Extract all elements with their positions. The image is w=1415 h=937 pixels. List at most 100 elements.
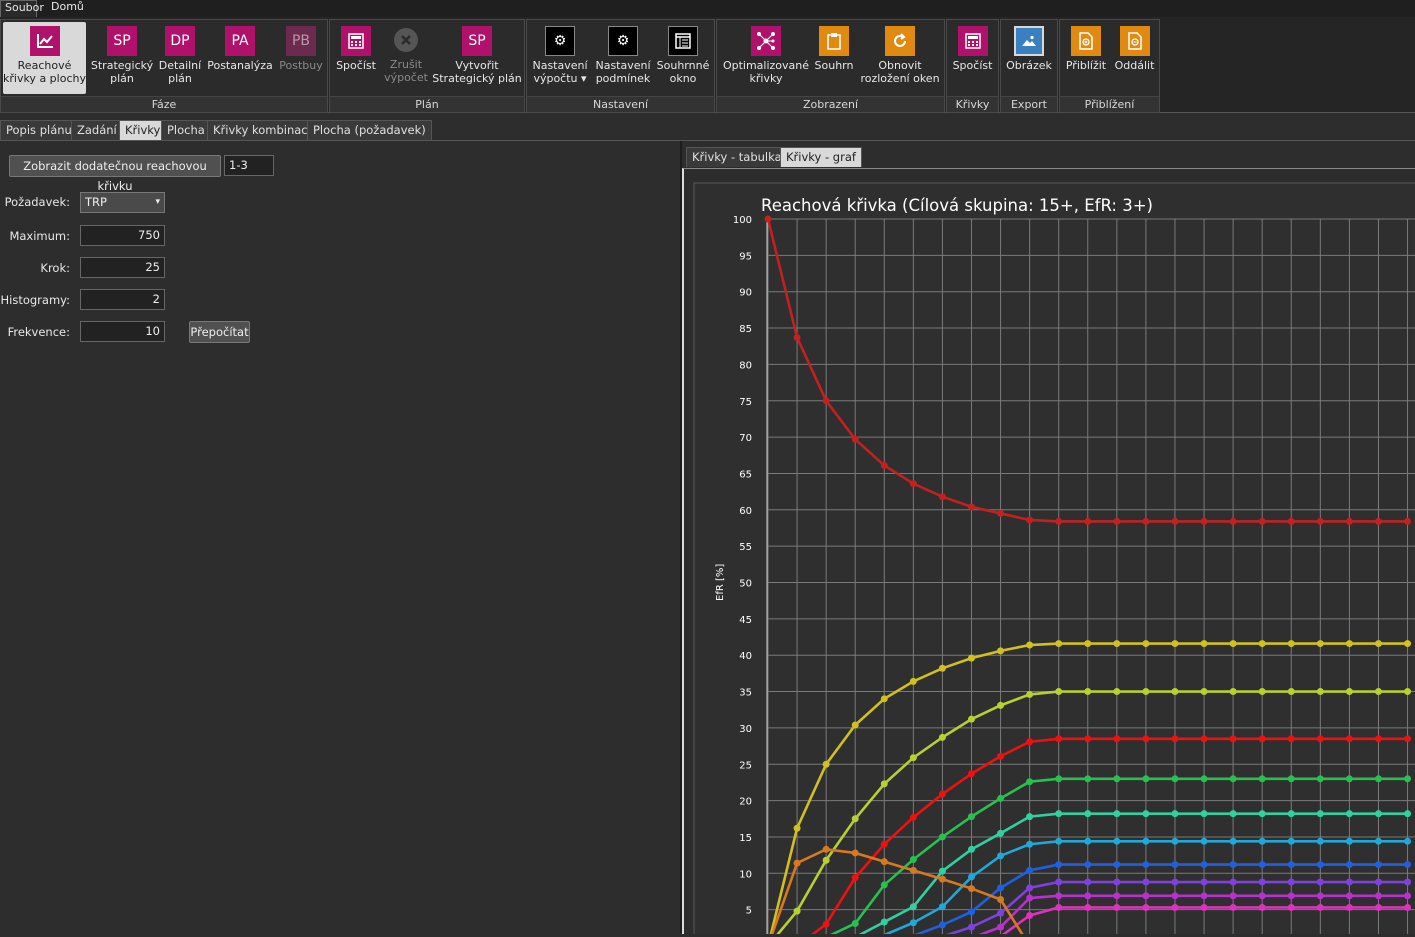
series-point xyxy=(1404,640,1412,648)
series-point xyxy=(1055,810,1063,818)
series-point xyxy=(851,815,859,823)
zrusit-vypocet-button[interactable]: Zrušit výpočet xyxy=(382,22,430,94)
gear-icon: ⚙ xyxy=(545,26,575,56)
series-point xyxy=(909,480,917,488)
menu-domu[interactable]: Domů xyxy=(45,0,97,16)
series-point xyxy=(1229,892,1237,900)
series-point xyxy=(967,770,975,778)
series-point xyxy=(967,715,975,723)
chevron-down-icon: ▾ xyxy=(155,197,160,207)
series-point xyxy=(1258,861,1266,869)
series-point xyxy=(1200,861,1208,869)
nastaveni-vypoctu-button[interactable]: ⚙ Nastavení výpočtu ▾ xyxy=(529,22,591,94)
menu-soubor[interactable]: Soubor xyxy=(0,0,44,18)
series-point xyxy=(967,845,975,853)
obnovit-rozlozeni-button[interactable]: Obnovit rozložení oken xyxy=(859,22,941,94)
series-point xyxy=(997,923,1005,931)
range-input[interactable]: 1-3 xyxy=(224,155,274,176)
series-point xyxy=(1171,810,1179,818)
tab-zadani[interactable]: Zadání xyxy=(71,120,123,140)
series-point xyxy=(997,895,1005,903)
series-point xyxy=(909,855,917,863)
series-point xyxy=(967,908,975,916)
postanalyza-button[interactable]: PA Postanalýza xyxy=(207,22,273,94)
tab-plocha[interactable]: Plocha xyxy=(161,120,211,140)
series-point xyxy=(1258,640,1266,648)
reachove-krivky-button[interactable]: Reachové křivky a plochy xyxy=(3,22,86,94)
series-point xyxy=(1229,640,1237,648)
series-point xyxy=(1316,861,1324,869)
tab-plocha-pozadavek[interactable]: Plocha (požadavek) xyxy=(307,120,432,140)
series-point xyxy=(909,919,917,927)
tab-krivky-tabulka[interactable]: Křivky - tabulka xyxy=(686,147,788,167)
series-point xyxy=(1404,837,1412,845)
series-point xyxy=(1171,735,1179,743)
vytvorit-strategicky-plan-button[interactable]: SP Vytvořit Strategický plán xyxy=(432,22,522,94)
souhrnne-okno-button[interactable]: Souhrnné okno xyxy=(655,22,711,94)
series-point xyxy=(1316,640,1324,648)
group-nastaveni: ⚙ Nastavení výpočtu ▾ ⚙ Nastavení podmín… xyxy=(526,19,715,113)
series-point xyxy=(1345,810,1353,818)
series-point xyxy=(1026,813,1034,821)
postbuy-button[interactable]: PB Postbuy xyxy=(276,22,326,94)
tab-krivky[interactable]: Křivky xyxy=(119,120,167,140)
tab-krivky-kombinaci[interactable]: Křivky kombinací xyxy=(207,120,317,140)
series-point xyxy=(851,721,859,729)
image-icon xyxy=(1014,26,1044,56)
obrazek-button[interactable]: Obrázek xyxy=(1003,22,1055,94)
optimalizovane-krivky-button[interactable]: Optimalizované křivky xyxy=(719,22,813,94)
frekvence-input[interactable]: 10 xyxy=(80,321,165,342)
series-point xyxy=(1374,878,1382,886)
series-point xyxy=(1171,837,1179,845)
series-point xyxy=(1316,688,1324,696)
histogramy-input[interactable]: 2 xyxy=(80,289,165,310)
tab-krivky-graf[interactable]: Křivky - graf xyxy=(780,147,862,167)
series-point xyxy=(1316,837,1324,845)
pozadavek-select[interactable]: TRP ▾ xyxy=(80,192,165,213)
series-point xyxy=(1142,903,1150,911)
prepocitat-button[interactable]: Přepočítat xyxy=(189,321,250,343)
series-point xyxy=(1287,688,1295,696)
group-priblizeni: Přiblížit Oddálit Přiblížení xyxy=(1059,19,1160,113)
oddalit-button[interactable]: Oddálit xyxy=(1112,22,1157,94)
series-point xyxy=(1055,688,1063,696)
nastaveni-podminek-button[interactable]: ⚙ Nastavení podmínek xyxy=(593,22,653,94)
y-tick-label: 100 xyxy=(733,215,752,226)
spocist-krivky-button[interactable]: Spočíst xyxy=(949,22,996,94)
series-point xyxy=(1142,892,1150,900)
group-faze: Reachové křivky a plochy SP Strategický … xyxy=(0,19,328,113)
series-point xyxy=(1229,837,1237,845)
chart-title: Reachová křivka (Cílová skupina: 15+, Ef… xyxy=(761,196,1153,215)
series-point xyxy=(1142,861,1150,869)
maximum-input[interactable]: 750 xyxy=(80,225,165,246)
tab-popis-planu[interactable]: Popis plánu xyxy=(0,120,78,140)
calculator-icon xyxy=(341,26,371,56)
y-tick-label: 50 xyxy=(739,579,752,590)
series-point xyxy=(1287,735,1295,743)
series-point xyxy=(909,813,917,821)
priblizit-button[interactable]: Přiblížit xyxy=(1062,22,1110,94)
y-tick-label: 95 xyxy=(739,251,752,262)
series-point xyxy=(938,921,946,929)
series-point xyxy=(1374,775,1382,783)
series-point xyxy=(967,873,975,881)
series-point xyxy=(1229,861,1237,869)
strategicky-plan-button[interactable]: SP Strategický plán xyxy=(90,22,154,94)
detailni-plan-button[interactable]: DP Detailní plán xyxy=(156,22,204,94)
series-point xyxy=(1258,735,1266,743)
series-point xyxy=(1316,892,1324,900)
series-point xyxy=(1084,735,1092,743)
series-point xyxy=(997,647,1005,655)
series-point xyxy=(1055,640,1063,648)
souhrn-button[interactable]: Souhrn xyxy=(814,22,854,94)
spocist-plan-button[interactable]: Spočíst xyxy=(332,22,380,94)
show-extra-curve-button[interactable]: Zobrazit dodatečnou reachovou křivku xyxy=(9,155,221,193)
series-point xyxy=(1026,516,1034,524)
series-point xyxy=(997,701,1005,709)
series-point xyxy=(1374,517,1382,525)
series-point xyxy=(1026,884,1034,892)
series-point xyxy=(1258,878,1266,886)
series-point xyxy=(1084,688,1092,696)
series-point xyxy=(909,754,917,762)
krok-input[interactable]: 25 xyxy=(80,257,165,278)
